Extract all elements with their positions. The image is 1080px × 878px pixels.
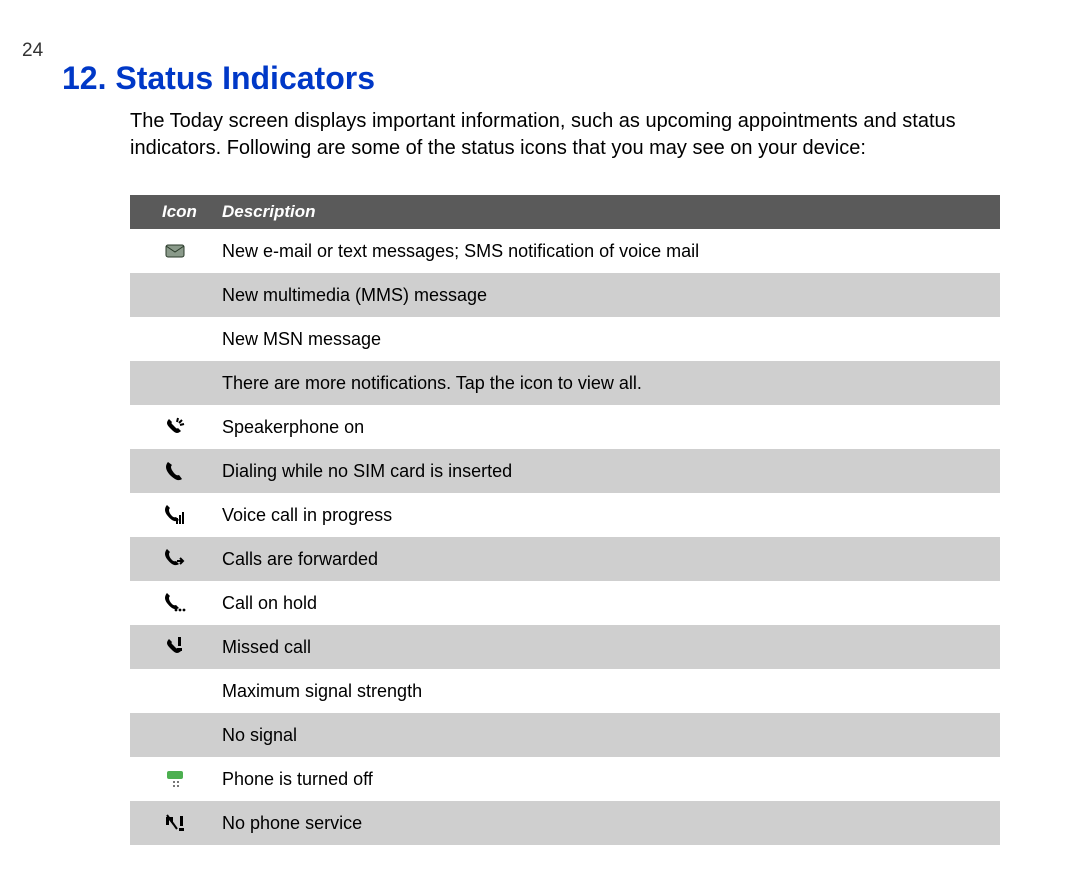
row-desc: New e-mail or text messages; SMS notific… bbox=[220, 231, 1000, 272]
row-desc: New multimedia (MMS) message bbox=[220, 275, 1000, 316]
table-row: New e-mail or text messages; SMS notific… bbox=[130, 229, 1000, 273]
table-row: Dialing while no SIM card is inserted bbox=[130, 449, 1000, 493]
no-phone-service-icon bbox=[130, 811, 220, 835]
section-heading: 12. Status Indicators bbox=[62, 60, 375, 97]
table-row: Missed call bbox=[130, 625, 1000, 669]
row-desc: Voice call in progress bbox=[220, 495, 1000, 536]
row-desc: Phone is turned off bbox=[220, 759, 1000, 800]
table-row: New MSN message bbox=[130, 317, 1000, 361]
table-header: Icon Description bbox=[130, 195, 1000, 229]
intro-paragraph: The Today screen displays important info… bbox=[130, 108, 1000, 162]
table-row: There are more notifications. Tap the ic… bbox=[130, 361, 1000, 405]
calls-forwarded-icon bbox=[130, 547, 220, 571]
voice-call-progress-icon bbox=[130, 503, 220, 527]
row-desc: Missed call bbox=[220, 627, 1000, 668]
speakerphone-icon bbox=[130, 415, 220, 439]
dialing-no-sim-icon bbox=[130, 459, 220, 483]
row-desc: Maximum signal strength bbox=[220, 671, 1000, 712]
header-icon: Icon bbox=[130, 202, 220, 222]
table-row: Maximum signal strength bbox=[130, 669, 1000, 713]
missed-call-icon bbox=[130, 635, 220, 659]
new-mail-icon bbox=[130, 239, 220, 263]
row-desc: Speakerphone on bbox=[220, 407, 1000, 448]
header-description: Description bbox=[220, 202, 1000, 222]
table-row: New multimedia (MMS) message bbox=[130, 273, 1000, 317]
table-row: Voice call in progress bbox=[130, 493, 1000, 537]
status-icons-table: Icon Description New e-mail or text mess… bbox=[130, 195, 1000, 845]
table-row: Calls are forwarded bbox=[130, 537, 1000, 581]
row-desc: No signal bbox=[220, 715, 1000, 756]
table-row: Speakerphone on bbox=[130, 405, 1000, 449]
table-row: Call on hold bbox=[130, 581, 1000, 625]
row-desc: Dialing while no SIM card is inserted bbox=[220, 451, 1000, 492]
page-number: 24 bbox=[22, 40, 43, 62]
row-desc: No phone service bbox=[220, 803, 1000, 844]
call-on-hold-icon bbox=[130, 591, 220, 615]
table-row: Phone is turned off bbox=[130, 757, 1000, 801]
row-desc: Calls are forwarded bbox=[220, 539, 1000, 580]
table-row: No signal bbox=[130, 713, 1000, 757]
row-desc: Call on hold bbox=[220, 583, 1000, 624]
row-desc: There are more notifications. Tap the ic… bbox=[220, 363, 1000, 404]
row-desc: New MSN message bbox=[220, 319, 1000, 360]
phone-off-icon bbox=[130, 767, 220, 791]
table-row: No phone service bbox=[130, 801, 1000, 845]
